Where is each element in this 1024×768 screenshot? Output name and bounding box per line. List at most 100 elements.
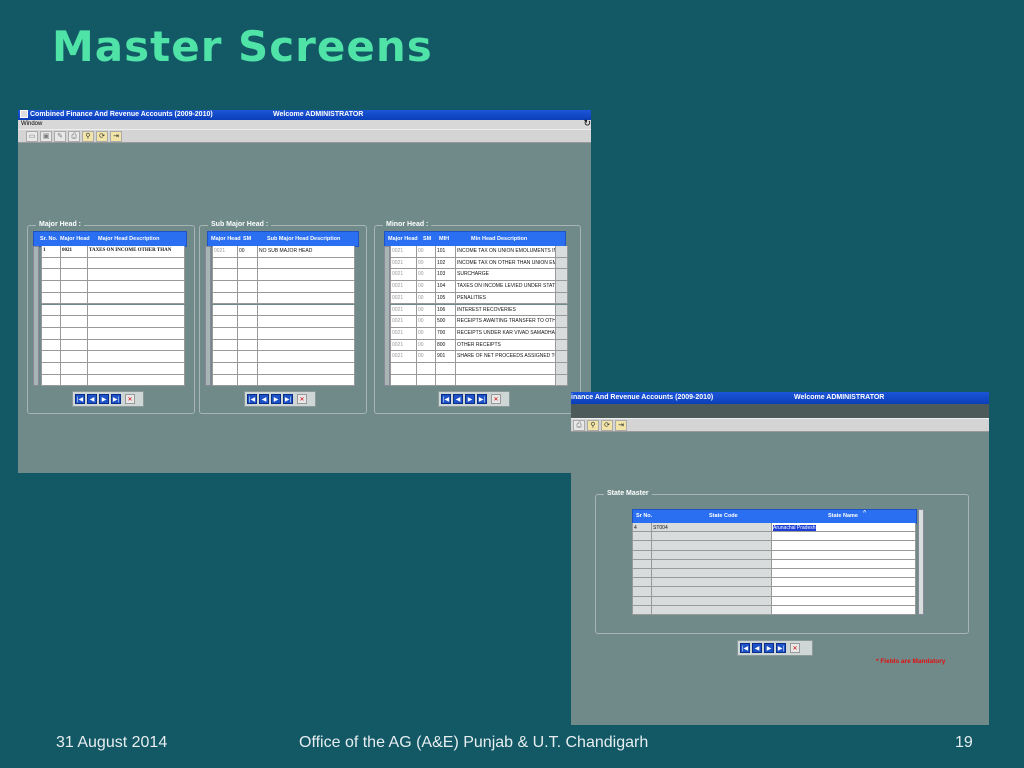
table-cell[interactable] (772, 605, 916, 615)
table-row[interactable] (41, 339, 185, 352)
table-cell[interactable]: 0021 (390, 281, 417, 293)
table-cell[interactable]: 00 (417, 292, 436, 305)
table-cell[interactable] (652, 550, 772, 560)
table-cell[interactable] (772, 550, 916, 560)
table-cell[interactable]: 00 (417, 281, 436, 293)
table-cell[interactable]: 0021 (390, 269, 417, 282)
table-cell[interactable] (61, 257, 88, 270)
state-master-scrollbar[interactable] (918, 509, 924, 615)
table-cell[interactable] (238, 269, 258, 282)
refresh-icon[interactable]: ↻ (583, 119, 591, 128)
table-row[interactable] (41, 257, 185, 270)
previous-record-icon[interactable]: ◀ (87, 394, 97, 404)
table-cell[interactable] (238, 339, 258, 352)
table-row[interactable]: 0021 00 101 INCOME TAX ON UNION EMOLUMENTS … (390, 246, 568, 258)
table-cell[interactable] (772, 587, 916, 597)
table-cell[interactable]: NO SUB MAJOR HEAD (258, 246, 355, 258)
first-record-icon[interactable]: |◀ (75, 394, 85, 404)
col-state-name[interactable]: State Name (828, 510, 858, 523)
table-cell[interactable] (88, 327, 185, 340)
table-row[interactable] (212, 269, 355, 282)
table-cell[interactable] (258, 281, 355, 293)
table-row[interactable]: 0021 00 NO SUB MAJOR HEAD (212, 246, 355, 258)
previous-record-icon[interactable]: ◀ (752, 643, 762, 653)
exit-icon[interactable]: ⇥ (615, 420, 627, 431)
table-cell[interactable] (772, 559, 916, 569)
table-cell[interactable]: 00 (417, 339, 436, 352)
table-cell[interactable]: 101 (436, 246, 456, 258)
table-cell[interactable]: 0021 (61, 246, 88, 258)
table-row[interactable] (41, 304, 185, 317)
table-cell[interactable] (258, 292, 355, 305)
table-cell[interactable] (212, 304, 238, 317)
refresh-grid-icon[interactable]: ⟳ (96, 131, 108, 142)
table-cell[interactable] (258, 316, 355, 328)
table-cell[interactable] (212, 327, 238, 340)
table-cell[interactable] (258, 374, 355, 387)
table-cell[interactable]: 4 (632, 523, 652, 533)
table-cell[interactable] (258, 363, 355, 375)
table-cell[interactable] (88, 374, 185, 387)
table-cell[interactable]: 00 (417, 316, 436, 328)
table-cell[interactable] (238, 316, 258, 328)
table-cell[interactable]: ST004 (652, 523, 772, 533)
table-cell[interactable] (632, 532, 652, 542)
table-row[interactable] (212, 292, 355, 305)
table-cell[interactable] (41, 316, 61, 328)
table-cell[interactable] (772, 596, 916, 606)
major-head-scrollbar[interactable] (33, 246, 39, 386)
table-cell[interactable]: 00 (417, 269, 436, 282)
table-cell[interactable] (238, 281, 258, 293)
previous-record-icon[interactable]: ◀ (453, 394, 463, 404)
table-cell[interactable]: SURCHARGE (456, 269, 556, 282)
table-row[interactable] (212, 281, 355, 293)
sub-major-head-scrollbar[interactable] (205, 246, 211, 386)
table-cell[interactable] (456, 374, 556, 387)
table-cell[interactable] (212, 316, 238, 328)
table-cell[interactable] (238, 363, 258, 375)
table-cell[interactable] (212, 363, 238, 375)
next-record-icon[interactable]: ▶ (465, 394, 475, 404)
table-cell[interactable] (61, 351, 88, 363)
table-cell[interactable]: RECEIPTS UNDER KAR VIVAD SAMADHA (456, 327, 556, 340)
delete-record-icon[interactable]: ✕ (297, 394, 307, 404)
table-cell[interactable] (258, 351, 355, 363)
edit-icon[interactable]: ✎ (54, 131, 66, 142)
delete-record-icon[interactable]: ✕ (125, 394, 135, 404)
table-cell[interactable] (258, 304, 355, 317)
table-cell[interactable]: 106 (436, 304, 456, 317)
table-cell[interactable] (61, 269, 88, 282)
table-cell[interactable] (212, 281, 238, 293)
table-cell[interactable] (41, 304, 61, 317)
table-cell[interactable]: Arunachal Pradesh (772, 523, 916, 533)
table-row[interactable] (390, 374, 568, 387)
table-cell[interactable]: 0021 (390, 246, 417, 258)
table-cell[interactable] (41, 351, 61, 363)
table-cell[interactable]: 901 (436, 351, 456, 363)
table-cell[interactable] (436, 363, 456, 375)
previous-record-icon[interactable]: ◀ (259, 394, 269, 404)
table-cell[interactable] (212, 257, 238, 270)
table-cell[interactable]: 104 (436, 281, 456, 293)
table-cell[interactable] (390, 374, 417, 387)
table-row[interactable] (212, 339, 355, 352)
next-record-icon[interactable]: ▶ (271, 394, 281, 404)
table-cell[interactable] (41, 327, 61, 340)
table-cell[interactable]: 0021 (390, 316, 417, 328)
table-cell[interactable] (212, 339, 238, 352)
table-cell[interactable]: RECEIPTS AWAITING TRANSFER TO OTHE (456, 316, 556, 328)
table-cell[interactable] (212, 292, 238, 305)
table-cell[interactable]: TAXES ON INCOME OTHER THAN (88, 246, 185, 258)
table-cell[interactable] (41, 339, 61, 352)
last-record-icon[interactable]: ▶| (477, 394, 487, 404)
table-row[interactable]: 0021 00 106 INTEREST RECOVERIES (390, 304, 568, 317)
table-cell[interactable] (88, 351, 185, 363)
table-cell[interactable] (772, 569, 916, 579)
table-cell[interactable] (238, 257, 258, 270)
table-cell[interactable] (238, 327, 258, 340)
table-row[interactable] (212, 374, 355, 387)
table-cell[interactable] (41, 269, 61, 282)
table-cell[interactable] (88, 292, 185, 305)
table-cell[interactable]: SHARE OF NET PROCEEDS ASSIGNED TO (456, 351, 556, 363)
table-cell[interactable] (41, 281, 61, 293)
